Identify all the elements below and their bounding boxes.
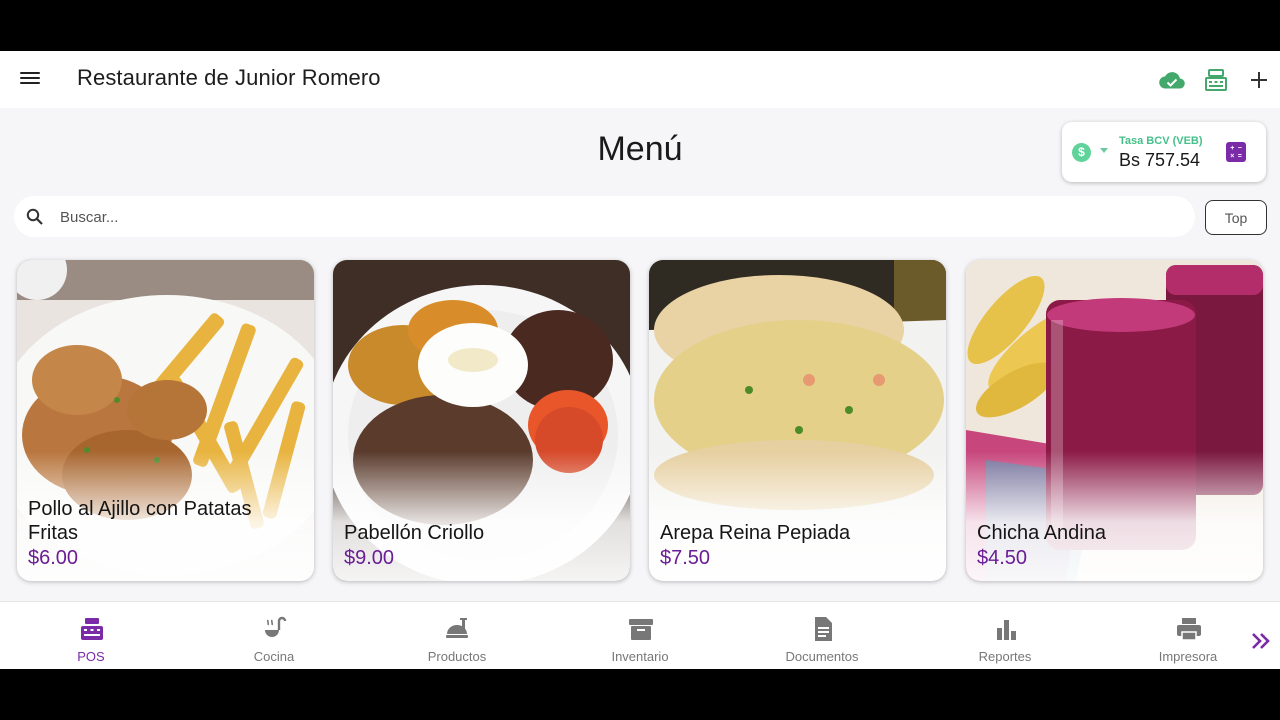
dollar-circle-icon[interactable]: $: [1072, 143, 1091, 162]
product-card[interactable]: Pollo al Ajillo con Patatas Fritas $6.00: [17, 260, 314, 581]
product-name: Arepa Reina Pepiada: [660, 522, 851, 544]
exchange-rate-card: $ Tasa BCV (VEB) Bs 757.54 + − × =: [1062, 122, 1266, 182]
top-button[interactable]: Top: [1205, 200, 1267, 235]
ladle-icon: [265, 616, 287, 637]
nav-label: Cocina: [253, 649, 295, 664]
product-price: $4.50: [977, 547, 1028, 569]
nav-item-impresora[interactable]: Impresora: [1128, 616, 1248, 666]
cash-register-icon[interactable]: [1202, 66, 1230, 94]
app-screen: Restaurante de Junior Romero Menú $ Tasa…: [0, 51, 1280, 669]
archive-box-icon: [629, 619, 653, 640]
nav-label: Impresora: [1158, 649, 1218, 664]
product-price: $6.00: [28, 547, 79, 569]
nav-item-reportes[interactable]: Reportes: [945, 616, 1065, 666]
calculator-icon[interactable]: + − × =: [1226, 142, 1246, 162]
search-input[interactable]: [60, 205, 1160, 229]
nav-item-cocina[interactable]: Cocina: [214, 616, 334, 666]
product-price: $7.50: [660, 547, 711, 569]
search-icon: [26, 208, 43, 225]
double-chevron-right-icon[interactable]: [1250, 630, 1272, 652]
document-icon: [815, 617, 832, 641]
nav-item-inventario[interactable]: Inventario: [580, 616, 700, 666]
bar-chart-icon: [997, 620, 1016, 640]
cloud-check-icon[interactable]: [1158, 66, 1186, 94]
rate-label: Tasa BCV (VEB): [1119, 135, 1203, 147]
nav-label: Documentos: [785, 649, 859, 664]
rate-value: Bs 757.54: [1119, 150, 1201, 170]
product-card[interactable]: Pabellón Criollo $9.00: [333, 260, 630, 581]
search-bar: [14, 196, 1195, 237]
product-name: Pollo al Ajillo con Patatas Fritas: [28, 498, 252, 544]
plus-icon[interactable]: [1245, 66, 1273, 94]
app-title: Restaurante de Junior Romero: [77, 65, 381, 90]
nav-item-productos[interactable]: Productos: [397, 616, 517, 666]
nav-label: Inventario: [611, 649, 669, 664]
nav-label: Productos: [427, 649, 487, 664]
nav-item-pos[interactable]: POS: [31, 616, 151, 666]
chevron-down-icon[interactable]: [1100, 148, 1108, 153]
food-icon: [446, 618, 468, 638]
nav-label: POS: [77, 649, 105, 664]
product-card[interactable]: Chicha Andina $4.50: [966, 260, 1263, 581]
hamburger-menu-icon[interactable]: [18, 69, 42, 89]
cash-register-icon: [81, 618, 103, 640]
product-card[interactable]: Arepa Reina Pepiada $7.50: [649, 260, 946, 581]
bottom-navigation: POS Cocina Productos Inventario Document…: [0, 601, 1280, 669]
printer-icon: [1177, 618, 1201, 641]
product-price: $9.00: [344, 547, 395, 569]
nav-item-documentos[interactable]: Documentos: [762, 616, 882, 666]
product-name: Chicha Andina: [977, 522, 1106, 544]
nav-label: Reportes: [978, 649, 1032, 664]
app-bar: Restaurante de Junior Romero: [0, 51, 1280, 108]
product-name: Pabellón Criollo: [344, 522, 485, 544]
